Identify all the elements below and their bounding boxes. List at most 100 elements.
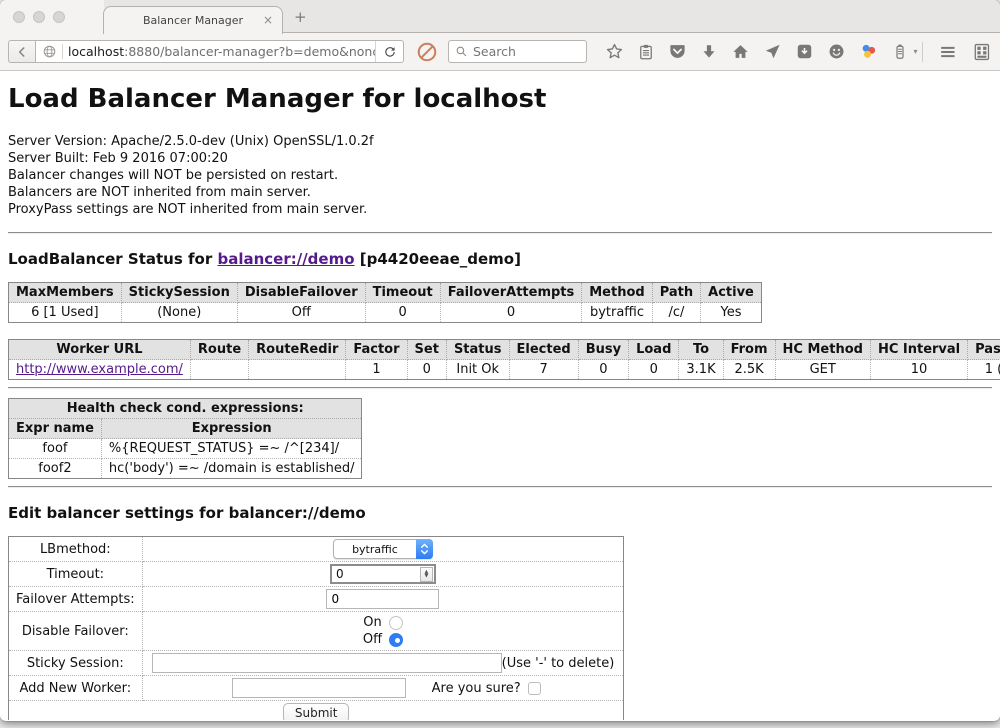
page-title: Load Balancer Manager for localhost: [8, 71, 992, 114]
health-col-exprname: Expr name: [9, 419, 102, 439]
search-bar[interactable]: [448, 40, 587, 63]
worker-url-cell: http://www.example.com/: [9, 360, 191, 380]
url-group: localhost:8880/balancer-manager?b=demo&n…: [8, 40, 404, 63]
page-content: Load Balancer Manager for localhost Serv…: [0, 71, 1000, 720]
are-you-sure-checkbox[interactable]: [528, 682, 541, 695]
balancer-value-cell: (None): [121, 303, 237, 323]
radio-on-label: On: [363, 615, 381, 630]
balancer-header-cell: Timeout: [365, 283, 440, 303]
worker-value-cell: 2.5K: [723, 360, 775, 380]
url-input[interactable]: localhost:8880/balancer-manager?b=demo&n…: [63, 44, 375, 59]
worker-url-link[interactable]: http://www.example.com/: [16, 362, 183, 377]
url-bar[interactable]: localhost:8880/balancer-manager?b=demo&n…: [35, 40, 404, 63]
block-icon[interactable]: [416, 41, 438, 63]
number-spinner-icon[interactable]: ▲▼: [420, 567, 433, 582]
server-info: Server Version: Apache/2.5.0-dev (Unix) …: [8, 133, 992, 218]
timeout-label: Timeout:: [9, 562, 143, 587]
back-button[interactable]: [8, 40, 35, 63]
disable-failover-off-radio[interactable]: [389, 633, 403, 647]
tab-balancer-manager[interactable]: Balancer Manager ×: [103, 6, 283, 34]
worker-header-cell: Load: [629, 340, 679, 360]
loadbalancer-status-heading: LoadBalancer Status for balancer://demo …: [8, 250, 992, 268]
download-icon[interactable]: [700, 43, 718, 61]
server-info-line: Server Version: Apache/2.5.0-dev (Unix) …: [8, 133, 992, 150]
reading-list-icon[interactable]: [637, 43, 655, 61]
submit-button[interactable]: Submit: [283, 703, 350, 720]
worker-header-cell: From: [723, 340, 775, 360]
reload-icon: [383, 45, 397, 59]
worker-header-cell: Factor: [346, 340, 407, 360]
worker-header-cell: Passes: [968, 340, 1000, 360]
worker-value-cell: [190, 360, 248, 380]
expr-name: foof2: [9, 459, 102, 479]
server-info-line: Balancers are NOT inherited from main se…: [8, 184, 992, 201]
share-icon[interactable]: [763, 42, 782, 61]
expr-value: hc('body') =~ /domain is established/: [101, 459, 362, 479]
toolbar-icons: ▾: [605, 42, 918, 61]
balancer-value-cell: 6 [1 Used]: [9, 303, 122, 323]
panel-download-icon[interactable]: [795, 42, 814, 61]
worker-value-cell: 3.1K: [679, 360, 723, 380]
minimize-window-button[interactable]: [33, 11, 45, 23]
tiles-grid-icon[interactable]: [972, 42, 992, 62]
chat-smiley-icon[interactable]: [827, 42, 846, 61]
timeout-input[interactable]: 0 ▲▼: [330, 564, 436, 584]
divider: [8, 232, 992, 234]
worker-value-cell: 7: [509, 360, 578, 380]
sticky-session-input[interactable]: [152, 653, 502, 673]
worker-value-cell: 0: [407, 360, 446, 380]
worker-value-cell: 1 (0): [968, 360, 1000, 380]
balancer-value-cell: 0: [365, 303, 440, 323]
balancer-value-cell: Off: [237, 303, 365, 323]
lbmethod-select[interactable]: bytraffic: [333, 539, 433, 559]
menu-hamburger-icon[interactable]: [937, 42, 959, 62]
server-info-line: Server Built: Feb 9 2016 07:00:20: [8, 150, 992, 167]
failover-attempts-input[interactable]: [326, 589, 439, 609]
balancer-value-cell: bytraffic: [582, 303, 652, 323]
balancer-header-cell: Path: [652, 283, 700, 303]
worker-value-cell: 10: [870, 360, 967, 380]
toolbar-separator: [922, 42, 923, 62]
add-worker-input[interactable]: [232, 678, 406, 698]
worker-value-row: http://www.example.com/ /* remaining cel…: [9, 360, 1000, 380]
worker-header-cell: Status: [446, 340, 509, 360]
titlebar: Balancer Manager × +: [0, 0, 1000, 33]
navigation-toolbar: localhost:8880/balancer-manager?b=demo&n…: [0, 33, 1000, 71]
balancer-demo-link[interactable]: balancer://demo: [217, 250, 354, 268]
zoom-window-button[interactable]: [53, 11, 65, 23]
worker-header-cell: Worker URL: [9, 340, 191, 360]
failover-attempts-label: Failover Attempts:: [9, 587, 143, 612]
balancer-header-cell: Method: [582, 283, 652, 303]
health-col-expression: Expression: [101, 419, 362, 439]
lbmethod-label: LBmethod:: [9, 537, 143, 562]
add-new-worker-label: Add New Worker:: [9, 676, 143, 701]
worker-header-cell: Elected: [509, 340, 578, 360]
worker-header-cell: HC Interval: [870, 340, 967, 360]
home-icon[interactable]: [731, 42, 750, 61]
worker-table: Worker URLRouteRouteRedirFactorSetStatus…: [8, 339, 1000, 380]
battery-icon[interactable]: [891, 42, 909, 61]
health-row: foof2 hc('body') =~ /domain is establish…: [9, 459, 362, 479]
traffic-lights: [13, 11, 65, 23]
balancer-value-cell: /c/: [652, 303, 700, 323]
overflow-caret-icon[interactable]: ▾: [914, 47, 918, 56]
balancer-header-cell: StickySession: [121, 283, 237, 303]
worker-value-cell: GET: [775, 360, 870, 380]
colors-extension-icon[interactable]: [859, 42, 878, 61]
balancer-value-cell: 0: [440, 303, 582, 323]
pocket-icon[interactable]: [668, 42, 687, 61]
search-input[interactable]: [473, 44, 568, 59]
close-window-button[interactable]: [13, 11, 25, 23]
tab-close-icon[interactable]: ×: [263, 13, 273, 27]
reload-button[interactable]: [375, 41, 403, 62]
balancer-status-table: MaxMembersStickySessionDisableFailoverTi…: [8, 282, 762, 323]
worker-value-cell: 1: [346, 360, 407, 380]
expr-name: foof: [9, 439, 102, 459]
disable-failover-on-radio[interactable]: [389, 616, 403, 630]
new-tab-button[interactable]: +: [294, 8, 307, 26]
divider: [8, 486, 992, 488]
bookmark-star-icon[interactable]: [605, 42, 624, 61]
worker-value-cell: Init Ok: [446, 360, 509, 380]
health-row: foof %{REQUEST_STATUS} =~ /^[234]/: [9, 439, 362, 459]
globe-icon: [36, 44, 62, 59]
